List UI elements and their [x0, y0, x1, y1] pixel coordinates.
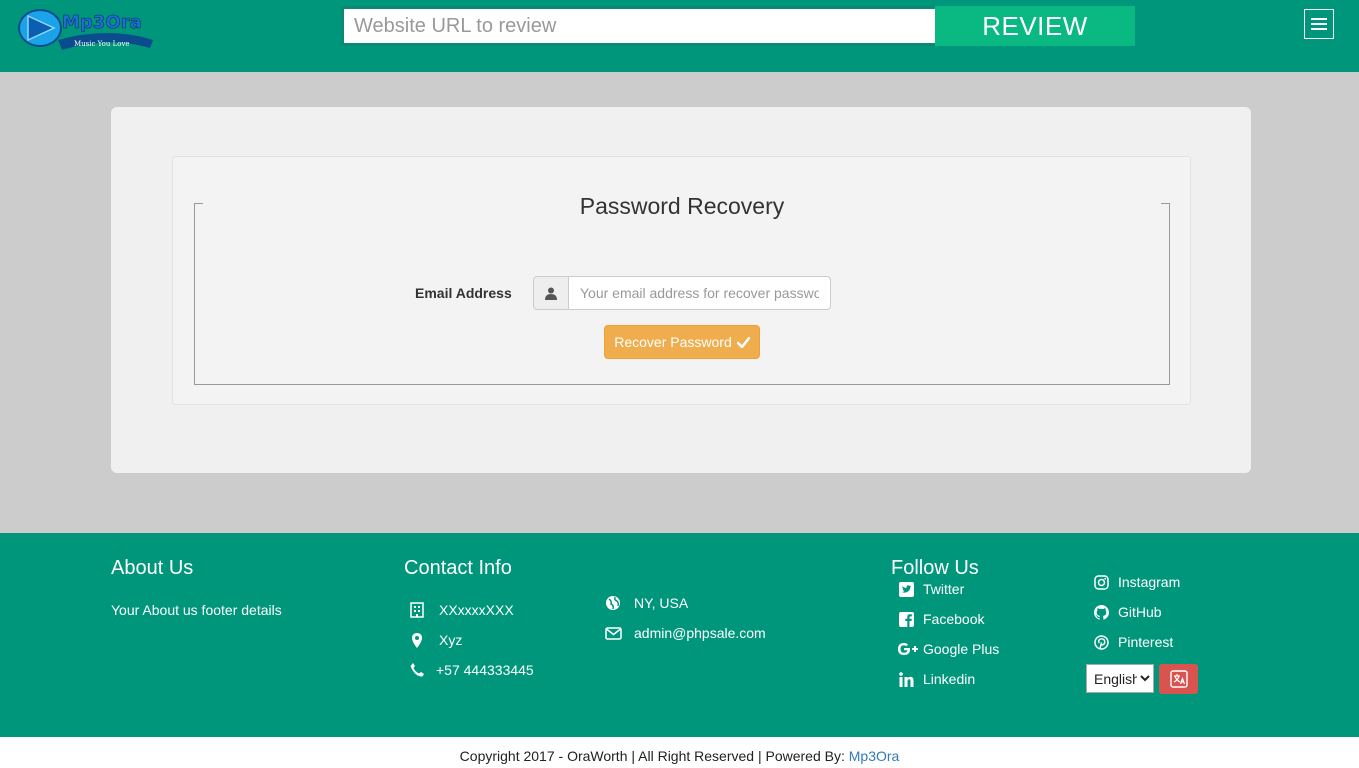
building-icon: [408, 601, 426, 619]
translate-button[interactable]: [1159, 664, 1198, 694]
menu-icon: [1311, 18, 1327, 20]
twitter-icon: [897, 580, 915, 598]
map-marker-icon: [408, 631, 426, 649]
svg-text:Mp3Ora: Mp3Ora: [62, 12, 142, 33]
pinterest-link[interactable]: Pinterest: [1092, 633, 1173, 651]
github-icon: [1092, 603, 1110, 621]
facebook-icon: [897, 610, 915, 628]
contact-location: NY, USA: [604, 594, 688, 612]
site-header: Mp3Ora Music You Love REVIEW: [0, 0, 1359, 72]
email-label: Email Address: [415, 285, 512, 301]
github-link[interactable]: GitHub: [1092, 603, 1162, 621]
phone-icon: [408, 661, 426, 679]
recover-password-button[interactable]: Recover Password: [604, 325, 760, 359]
email-input[interactable]: [569, 276, 831, 310]
twitter-link[interactable]: Twitter: [897, 580, 964, 598]
contact-phone: +57 444333445: [408, 661, 534, 679]
instagram-link[interactable]: Instagram: [1092, 573, 1180, 591]
translate-icon: [1169, 670, 1188, 688]
linkedin-link[interactable]: Linkedin: [897, 670, 975, 688]
review-search-bar: REVIEW: [341, 6, 1135, 46]
copyright-text: Copyright 2017 - OraWorth | All Right Re…: [459, 748, 849, 764]
about-text: Your About us footer details: [111, 602, 282, 618]
logo-icon: Mp3Ora Music You Love: [18, 9, 153, 50]
powered-by-link[interactable]: Mp3Ora: [849, 748, 900, 764]
svg-text:Music You Love: Music You Love: [74, 40, 130, 48]
recovery-panel: Password Recovery Email Address Recover …: [172, 156, 1191, 405]
site-logo[interactable]: Mp3Ora Music You Love: [18, 4, 158, 54]
google-plus-icon: [897, 640, 921, 658]
language-select[interactable]: English: [1086, 664, 1154, 693]
check-icon: [736, 336, 750, 348]
pinterest-icon: [1092, 633, 1110, 651]
user-icon: [533, 276, 569, 310]
hamburger-menu-button[interactable]: [1304, 9, 1334, 39]
recover-password-label: Recover Password: [614, 334, 732, 350]
contact-company: XXxxxxXXX: [408, 601, 514, 619]
copyright-bar: Copyright 2017 - OraWorth | All Right Re…: [0, 737, 1359, 768]
contact-email[interactable]: admin@phpsale.com: [604, 624, 766, 642]
google-plus-link[interactable]: Google Plus: [897, 640, 999, 658]
instagram-icon: [1092, 573, 1110, 591]
review-button[interactable]: REVIEW: [935, 6, 1135, 46]
facebook-link[interactable]: Facebook: [897, 610, 984, 628]
email-input-group: [533, 276, 831, 310]
contact-title: Contact Info: [404, 557, 512, 579]
site-footer: About Us Your About us footer details Co…: [0, 533, 1359, 737]
page-title: Password Recovery: [579, 193, 785, 219]
about-title: About Us: [111, 557, 194, 579]
main-card: Password Recovery Email Address Recover …: [111, 107, 1251, 473]
linkedin-icon: [897, 670, 915, 688]
website-url-input[interactable]: [341, 6, 935, 46]
recovery-fieldset: Password Recovery Email Address Recover …: [194, 193, 1170, 385]
globe-icon: [604, 594, 622, 612]
envelope-icon: [604, 624, 622, 642]
follow-title: Follow Us: [891, 557, 979, 579]
contact-address: Xyz: [408, 631, 462, 649]
